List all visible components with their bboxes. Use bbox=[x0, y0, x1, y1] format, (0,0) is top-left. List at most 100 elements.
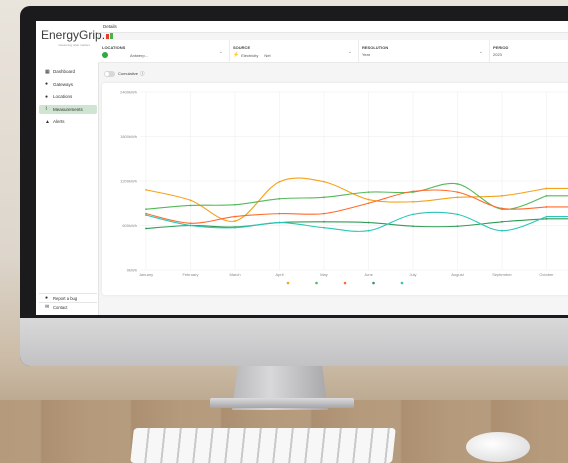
series-point bbox=[412, 200, 414, 203]
status-dot-icon bbox=[102, 52, 108, 58]
series-point bbox=[367, 229, 370, 232]
series-point bbox=[367, 202, 370, 205]
breadcrumb[interactable]: Details bbox=[103, 24, 117, 29]
chevron-down-icon: ⌄ bbox=[218, 49, 223, 55]
series-point bbox=[367, 198, 370, 201]
logo-text: EnergyGrip. bbox=[41, 28, 106, 42]
cumulative-toggle-row: Cumulative ⓘ bbox=[104, 70, 145, 77]
monitor-chin bbox=[20, 318, 568, 366]
sidebar-item-label: Locations bbox=[53, 94, 73, 99]
sidebar-item-dashboard[interactable]: ▦ Dashboard bbox=[39, 67, 97, 76]
sidebar-item-label: Dashboard bbox=[53, 69, 76, 74]
lightning-icon: ⚡ bbox=[233, 52, 240, 58]
y-tick-label: 600kWh bbox=[122, 223, 137, 228]
series-point bbox=[234, 226, 236, 229]
locations-filter[interactable]: LOCATIONS Antwerp... ⌄ bbox=[98, 40, 230, 62]
y-tick-label: 2400kWh bbox=[120, 90, 137, 95]
series-point bbox=[367, 191, 370, 194]
series-point bbox=[278, 212, 281, 215]
contact-label: Contact bbox=[53, 304, 68, 310]
info-icon[interactable]: ⓘ bbox=[140, 71, 145, 77]
series-point bbox=[412, 190, 414, 193]
sidebar-item-label: Measurements bbox=[53, 106, 83, 112]
series-point bbox=[367, 221, 370, 224]
series-point bbox=[545, 187, 548, 190]
period-filter[interactable]: PERIOD 2023 bbox=[489, 40, 568, 62]
legend-marker bbox=[372, 281, 375, 285]
series-point bbox=[234, 215, 236, 218]
keyboard bbox=[130, 428, 396, 463]
main-content: Details LOCATIONS Antwerp... ⌄ SOURCE ⚡ … bbox=[98, 21, 568, 315]
sidebar-item-measurements[interactable]: ⌇ Measurements bbox=[39, 104, 97, 114]
grid-icon: ▦ bbox=[45, 68, 50, 75]
chart-icon: ⌇ bbox=[45, 106, 48, 112]
mouse bbox=[466, 432, 530, 462]
cumulative-label: Cumulative bbox=[118, 71, 139, 76]
resolution-filter[interactable]: RESOLUTION Year ⌄ bbox=[358, 40, 490, 62]
x-tick-label: May bbox=[320, 272, 328, 277]
filter-label: LOCATIONS bbox=[102, 45, 126, 50]
series-point bbox=[456, 225, 459, 228]
series-point bbox=[145, 227, 147, 230]
source-filter[interactable]: SOURCE ⚡ Electricity Net ⌄ bbox=[229, 40, 359, 62]
report-bug-label: Report a bug bbox=[53, 295, 78, 301]
sidebar-item-locations[interactable]: ● Locations bbox=[39, 92, 97, 101]
period-value: 2023 bbox=[493, 52, 502, 57]
series-point bbox=[323, 180, 325, 183]
source-value: Electricity bbox=[241, 52, 259, 58]
y-tick-label: 1800kWh bbox=[120, 134, 137, 139]
contact-button[interactable]: ✉ Contact bbox=[39, 302, 97, 311]
y-tick-label: 1200kWh bbox=[120, 179, 137, 184]
filter-bar: LOCATIONS Antwerp... ⌄ SOURCE ⚡ Electric… bbox=[98, 40, 568, 63]
series-point bbox=[412, 213, 414, 216]
cumulative-toggle[interactable] bbox=[104, 70, 115, 77]
series-point bbox=[456, 191, 459, 194]
filter-label: PERIOD bbox=[493, 45, 509, 50]
filter-value: ⚡ Electricity Net bbox=[233, 52, 271, 58]
x-tick-label: August bbox=[451, 272, 464, 277]
series-point bbox=[501, 229, 503, 232]
desktop-scene: EnergyGrip. measuring what matters ▦ Das… bbox=[0, 0, 568, 463]
series-point bbox=[189, 222, 192, 225]
series-point bbox=[189, 199, 192, 202]
sidebar: EnergyGrip. measuring what matters ▦ Das… bbox=[36, 21, 114, 315]
series-point bbox=[545, 215, 548, 218]
logo-tagline: measuring what matters bbox=[58, 43, 91, 47]
x-tick-label: June bbox=[364, 272, 373, 277]
series-point bbox=[189, 224, 192, 227]
x-tick-label: October bbox=[539, 272, 554, 277]
legend-marker bbox=[315, 281, 318, 285]
x-tick-label: February bbox=[182, 272, 198, 277]
series-point bbox=[189, 204, 192, 207]
report-bug-button[interactable]: ● Report a bug bbox=[39, 293, 97, 302]
locations-value: Antwerp... bbox=[130, 52, 149, 58]
series-point bbox=[145, 214, 147, 217]
series-point bbox=[145, 208, 147, 211]
x-tick-label: July bbox=[409, 272, 416, 277]
line-chart: 0kWh 600kWh 1200kWh 1800kWh 2400kWh January Fe… bbox=[120, 90, 568, 285]
series-point bbox=[323, 196, 325, 199]
sidebar-item-gateways[interactable]: ● Gateways bbox=[39, 80, 97, 89]
series-point bbox=[501, 207, 503, 210]
chevron-down-icon: ⌄ bbox=[478, 49, 483, 55]
series-point bbox=[412, 225, 414, 228]
filter-label: RESOLUTION bbox=[362, 45, 389, 50]
series-point bbox=[278, 180, 281, 183]
series-point bbox=[501, 194, 503, 197]
series-point bbox=[145, 189, 147, 191]
sidebar-footer: ● Report a bug ✉ Contact bbox=[39, 293, 97, 311]
series-point bbox=[323, 212, 325, 215]
sidebar-item-label: Alerts bbox=[53, 119, 65, 124]
series-point bbox=[234, 203, 236, 206]
app-screen: EnergyGrip. measuring what matters ▦ Das… bbox=[36, 21, 568, 315]
series-line-0 bbox=[145, 177, 568, 222]
x-tick-label: March bbox=[229, 272, 240, 277]
sidebar-item-alerts[interactable]: ▲ Alerts bbox=[39, 117, 97, 126]
top-bar: Details bbox=[98, 21, 568, 33]
series-point bbox=[456, 213, 459, 216]
bug-icon: ● bbox=[45, 295, 49, 301]
series-point bbox=[278, 197, 281, 200]
series-point bbox=[323, 226, 325, 229]
x-tick-label: January bbox=[139, 272, 153, 277]
monitor-stand-base bbox=[210, 398, 354, 408]
